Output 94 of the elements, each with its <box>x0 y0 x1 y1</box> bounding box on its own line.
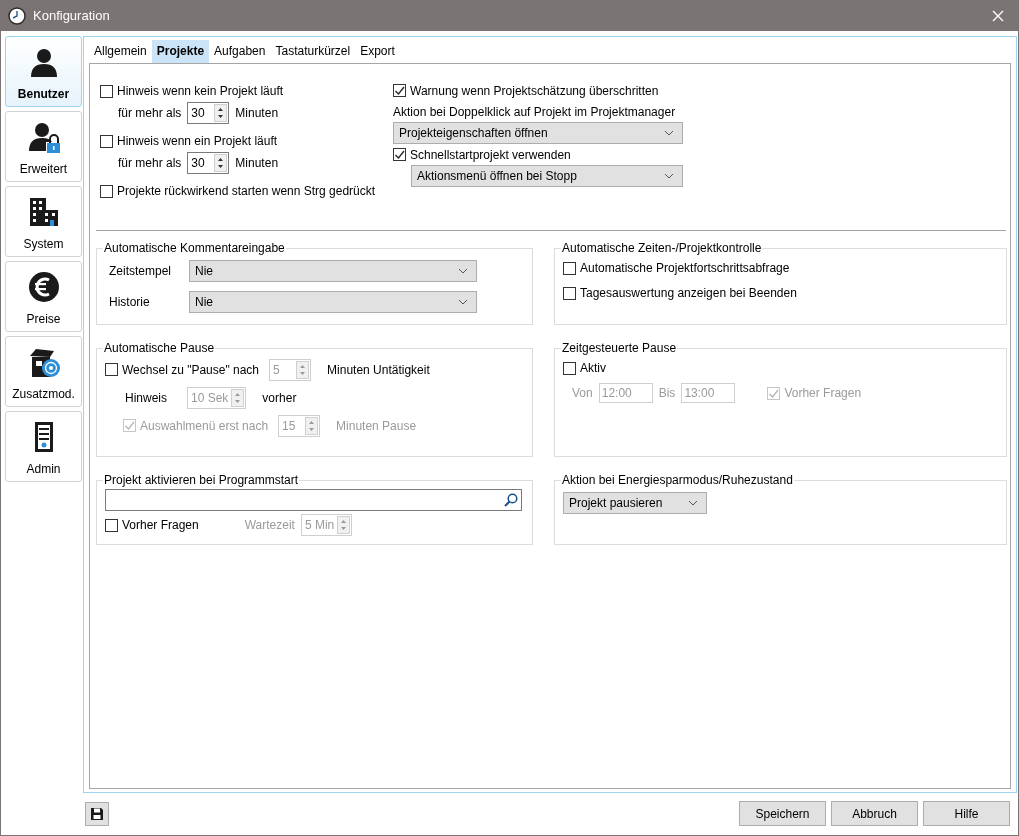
number-field[interactable]: 30 <box>187 152 230 174</box>
close-icon <box>992 9 1004 22</box>
sidebar-item[interactable]: Zusatzmod. <box>5 336 82 407</box>
label-text: Wartezeit <box>244 518 295 532</box>
checkbox[interactable] <box>563 286 576 300</box>
sidebar-item-label: Admin <box>26 462 61 476</box>
tab[interactable]: Aufgaben <box>209 40 271 63</box>
tab[interactable]: Tastaturkürzel <box>270 40 356 63</box>
group-title: Automatische Zeiten-/Projektkontrolle <box>561 241 763 255</box>
checkbox-label: Wechsel zu "Pause" nach <box>122 362 260 377</box>
tab[interactable]: Allgemein <box>89 40 152 63</box>
checkbox[interactable] <box>100 84 113 98</box>
label-text: Minuten <box>235 106 279 120</box>
spin-arrows-icon <box>296 360 310 379</box>
check-icon <box>124 420 135 431</box>
label-text: für mehr als <box>118 106 182 120</box>
label-text: Hinweis <box>125 390 168 405</box>
window-title: Konfiguration <box>33 8 111 23</box>
sidebar-item-label: Erweitert <box>19 162 68 176</box>
checkbox-label: Hinweis wenn kein Projekt läuft <box>117 84 284 98</box>
spin-arrows-icon <box>214 154 228 172</box>
sidebar-item-label: Benutzer <box>17 87 70 101</box>
checkbox[interactable] <box>105 363 118 376</box>
box-disc-icon <box>27 346 60 378</box>
label-text: Minuten Pause <box>336 418 417 433</box>
check-icon <box>394 149 405 160</box>
sidebar-item[interactable]: Preise <box>5 261 82 332</box>
checkbox[interactable] <box>393 148 406 161</box>
check-icon <box>394 85 405 96</box>
chevron-icon <box>458 268 468 274</box>
dropdown[interactable]: Nie <box>189 260 477 282</box>
dropdown[interactable]: Projekteigenschaften öffnen <box>393 122 683 144</box>
checkbox-label: Vorher Fragen <box>784 386 862 400</box>
label-text: Aktion bei Doppelklick auf Projekt im Projektmanager <box>393 104 676 119</box>
checkbox[interactable] <box>563 361 576 375</box>
group-title: Automatische Pause <box>103 341 216 355</box>
dialog-button[interactable]: Speichern <box>739 801 826 826</box>
building-icon <box>27 196 60 228</box>
search-icon <box>504 493 518 507</box>
checkbox-label: Automatische Projektfortschrittsabfrage <box>580 261 790 275</box>
sidebar-item[interactable]: Admin <box>5 411 82 482</box>
spin-arrows-icon <box>214 104 228 122</box>
sidebar-item[interactable]: System <box>5 186 82 257</box>
sidebar-item[interactable]: Benutzer <box>5 36 82 107</box>
clock-icon <box>8 6 26 25</box>
label-text: Von <box>572 386 593 400</box>
dialog-button[interactable]: Abbruch <box>831 801 918 826</box>
euro-icon <box>27 271 60 303</box>
chevron-icon <box>664 173 674 179</box>
dropdown[interactable]: Aktionsmenü öffnen bei Stopp <box>411 165 683 187</box>
label-text: vorher <box>262 390 297 405</box>
dropdown[interactable]: Projekt pausieren <box>563 492 707 514</box>
checkbox-label: Aktiv <box>580 361 606 375</box>
checkbox-label: Tagesauswertung anzeigen bei Beenden <box>580 286 797 300</box>
chevron-icon <box>688 500 698 506</box>
label-text: Bis <box>658 386 676 400</box>
checkbox-label: Hinweis wenn ein Projekt läuft <box>117 134 278 148</box>
label-text: Minuten Untätigkeit <box>327 362 430 377</box>
checkbox-label: Warnung wenn Projektschätzung überschritten <box>410 83 659 98</box>
checkbox-label: Schnellstartprojekt verwenden <box>410 147 571 162</box>
label-text: Historie <box>109 295 151 309</box>
group-title: Projekt aktivieren bei Programmstart <box>103 473 300 487</box>
person-lock-icon <box>27 121 60 153</box>
checkbox-label: Vorher Fragen <box>122 518 199 532</box>
checkbox[interactable] <box>105 518 118 532</box>
sidebar-item-label: System <box>23 237 64 251</box>
group-title: Aktion bei Energiesparmodus/Ruhezustand <box>561 473 794 487</box>
dialog-button[interactable]: Hilfe <box>923 801 1010 826</box>
checkbox[interactable] <box>100 134 113 148</box>
tab[interactable]: Export <box>355 40 400 63</box>
label-text: für mehr als <box>118 156 182 170</box>
label-text: Minuten <box>235 156 279 170</box>
search-field[interactable] <box>105 489 522 511</box>
number-field[interactable]: 30 <box>187 102 230 124</box>
sidebar-item-label: Preise <box>26 312 61 326</box>
sidebar-item-label: Zusatzmod. <box>12 387 75 401</box>
spin-arrows-icon <box>231 388 245 407</box>
group-title: Automatische Kommentareingabe <box>103 241 286 255</box>
check-icon <box>768 387 780 399</box>
label-text: Zeitstempel <box>109 264 173 278</box>
checkbox-label: Auswahlmenü erst nach <box>140 418 269 433</box>
tab[interactable]: Projekte <box>151 40 210 63</box>
group-title: Zeitgesteuerte Pause <box>561 341 678 355</box>
checkbox-label: Projekte rückwirkend starten wenn Strg gedrückt <box>117 184 376 198</box>
checkbox[interactable] <box>563 261 576 275</box>
spin-arrows-icon <box>305 416 319 435</box>
spin-arrows-icon <box>337 516 351 534</box>
checkbox[interactable] <box>393 84 406 97</box>
sidebar-item[interactable]: Erweitert <box>5 111 82 182</box>
chevron-icon <box>664 130 674 136</box>
checkbox[interactable] <box>100 184 113 198</box>
save-button[interactable] <box>85 801 109 826</box>
chevron-icon <box>458 299 468 305</box>
dropdown[interactable]: Nie <box>189 291 477 313</box>
